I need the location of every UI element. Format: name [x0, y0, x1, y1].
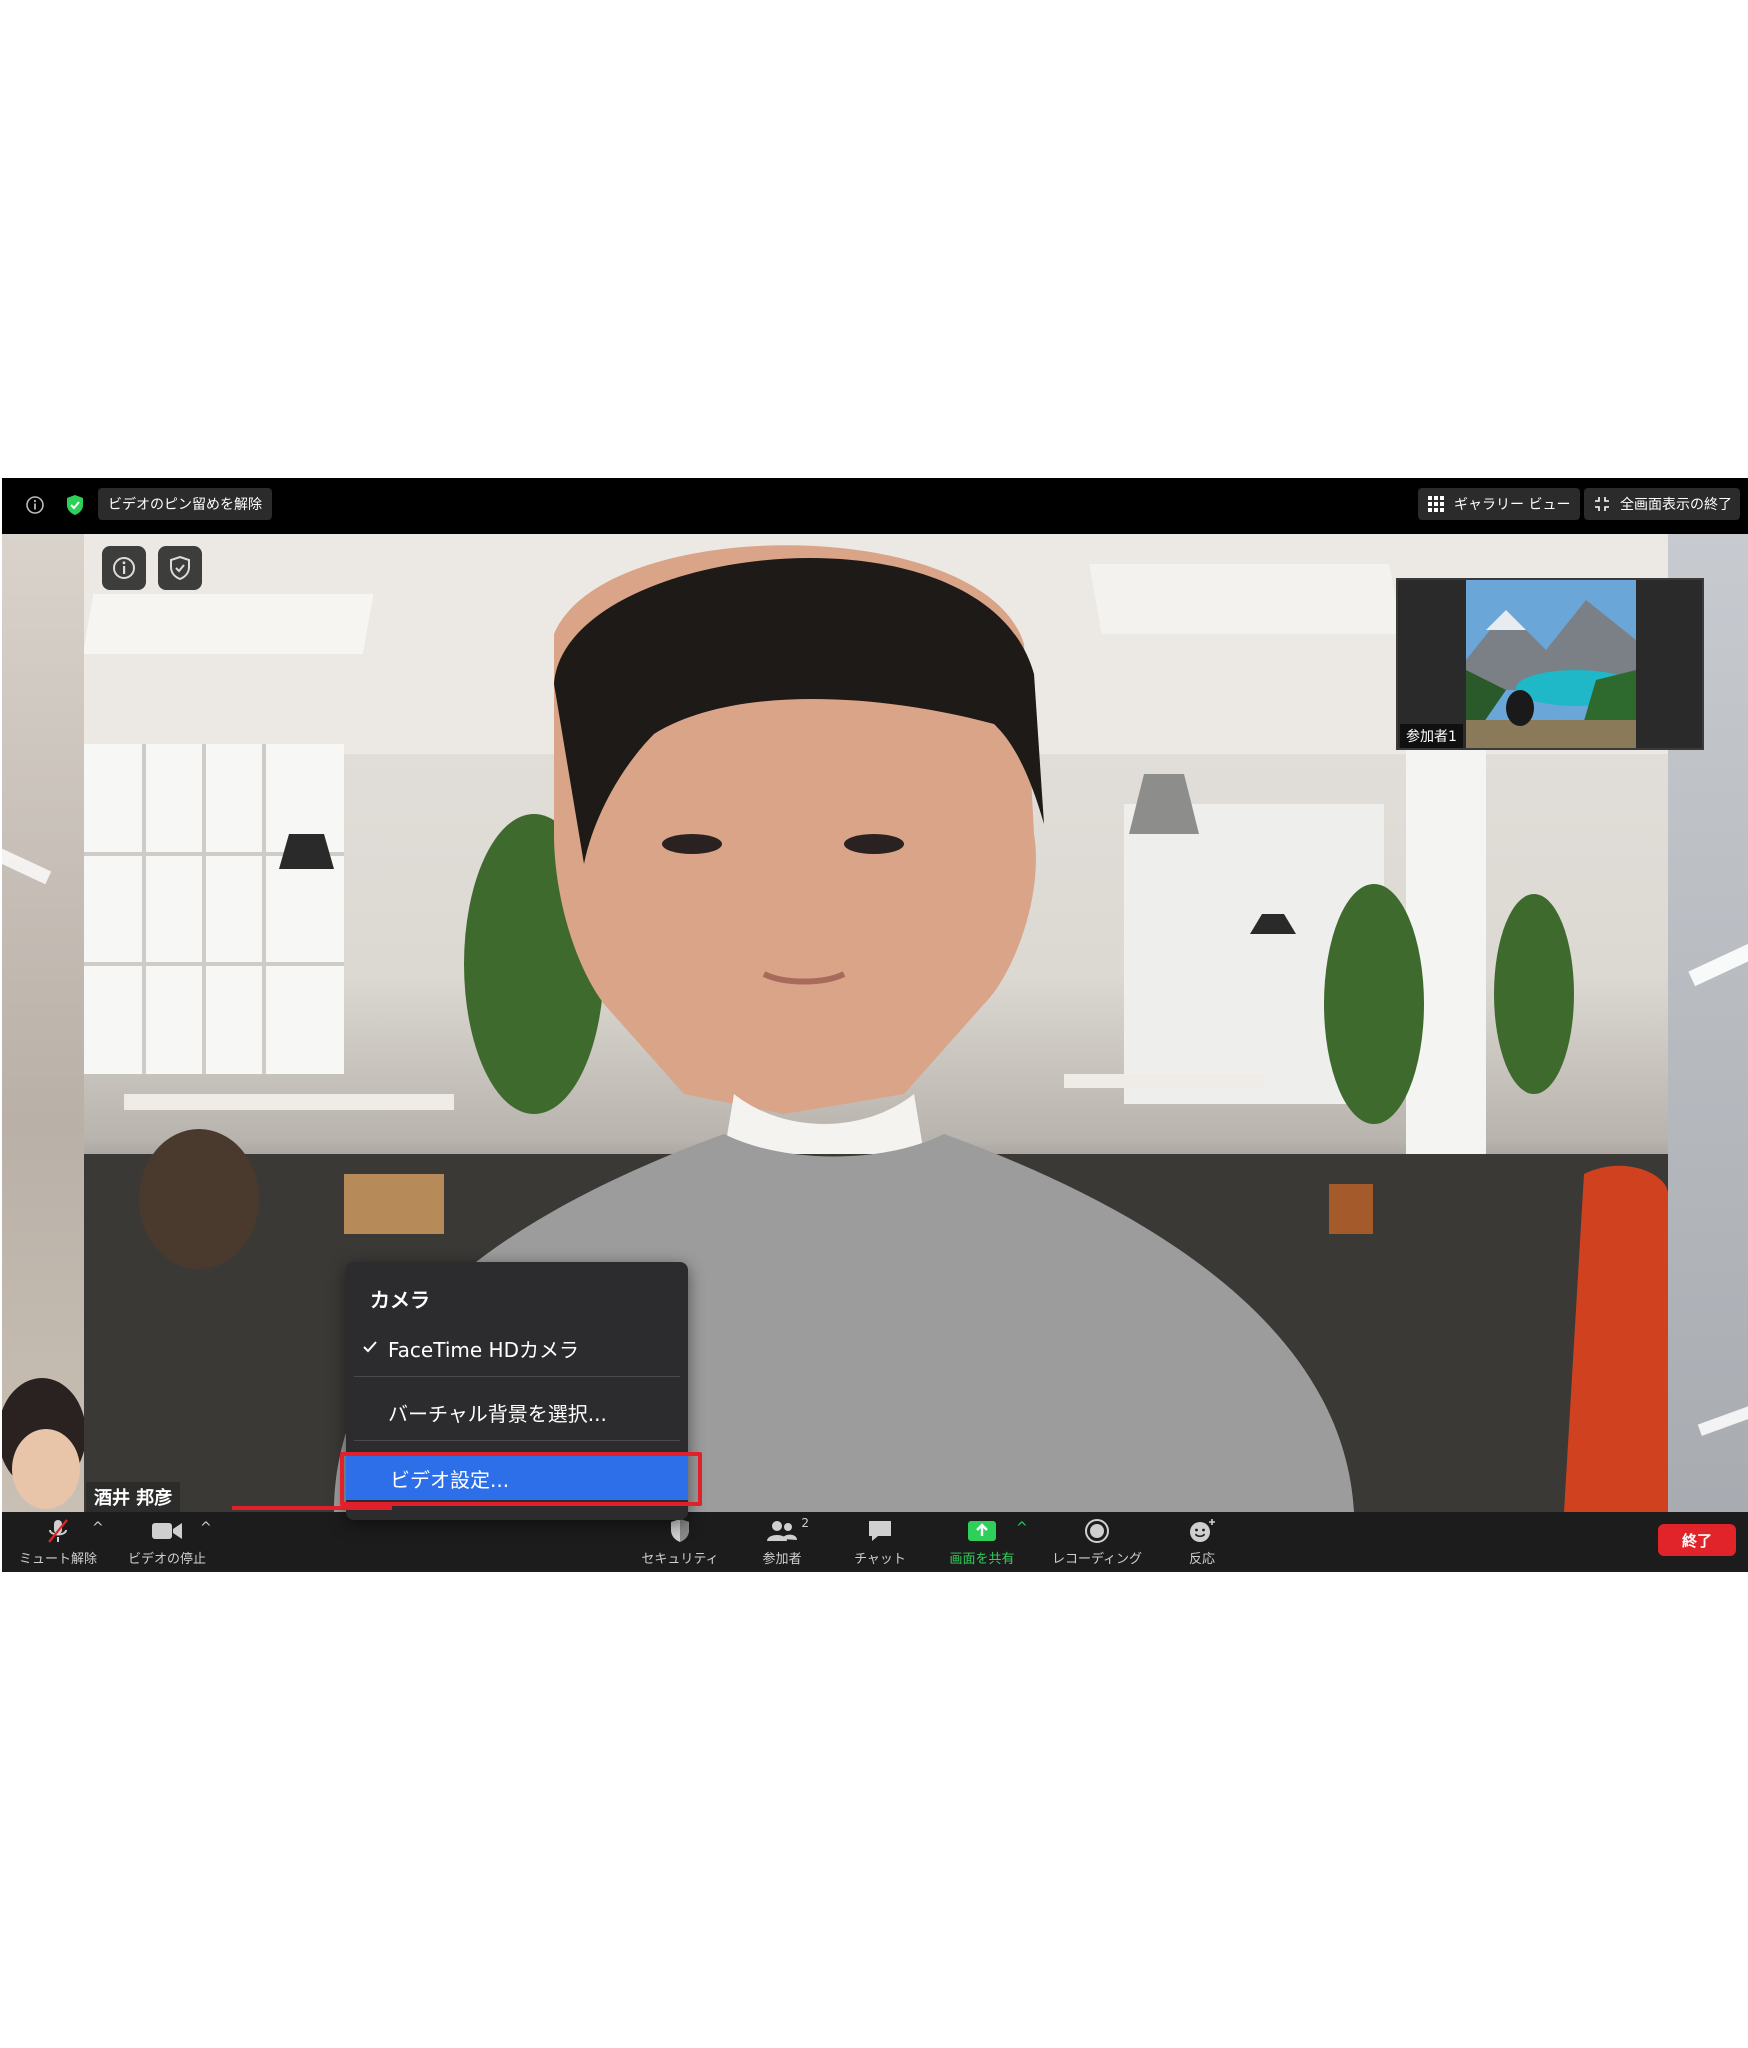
muted-mic-icon [45, 1516, 71, 1546]
participants-count: 2 [801, 1516, 809, 1530]
recording-label: レコーディング [1051, 1552, 1143, 1567]
security-label: セキュリティ [641, 1552, 719, 1567]
menu-divider [354, 1376, 680, 1377]
checkmark-icon [362, 1336, 378, 1360]
shield-check-icon[interactable] [62, 492, 88, 518]
zoom-window: ビデオのピン留めを解除 ギャラリー ビュー 全画面表示の終了 参加者1 酒井 邦… [2, 478, 1748, 1572]
unpin-video-button[interactable]: ビデオのピン留めを解除 [98, 488, 272, 520]
top-bar: ビデオのピン留めを解除 ギャラリー ビュー 全画面表示の終了 [2, 478, 1748, 534]
share-options-caret-icon[interactable]: ^ [1016, 1520, 1028, 1536]
end-meeting-button[interactable]: 終了 [1658, 1524, 1736, 1556]
choose-virtual-background-item[interactable]: バーチャル背景を選択... [346, 1390, 688, 1434]
info-icon [113, 557, 135, 579]
unmute-button[interactable]: ミュート解除 [16, 1516, 100, 1570]
unmute-label: ミュート解除 [18, 1552, 97, 1567]
record-icon [1084, 1516, 1110, 1546]
encryption-button[interactable] [158, 546, 202, 590]
gallery-view-label: ギャラリー ビュー [1454, 497, 1571, 513]
gallery-view-button[interactable]: ギャラリー ビュー [1418, 488, 1580, 520]
annotation-underline [232, 1506, 392, 1510]
camera-menu-title: カメラ [370, 1288, 430, 1312]
security-button[interactable]: セキュリティ [638, 1516, 722, 1570]
chat-label: チャット [854, 1552, 906, 1567]
grid-icon [1428, 496, 1444, 512]
main-video: 参加者1 酒井 邦彦 [2, 534, 1748, 1512]
chat-button[interactable]: チャット [844, 1516, 916, 1570]
participant-thumbnail[interactable]: 参加者1 [1396, 578, 1704, 750]
security-shield-icon [669, 1516, 691, 1546]
video-options-caret-icon[interactable]: ^ [200, 1520, 212, 1536]
recording-button[interactable]: レコーディング [1044, 1516, 1150, 1570]
exit-fullscreen-button[interactable]: 全画面表示の終了 [1584, 488, 1740, 520]
emoji-plus-icon [1187, 1516, 1217, 1546]
share-screen-label: 画面を共有 [949, 1552, 1015, 1567]
video-camera-icon [151, 1516, 183, 1546]
shield-icon [170, 555, 190, 581]
stop-video-button[interactable]: ビデオの停止 [122, 1516, 212, 1570]
meeting-info-button[interactable] [102, 546, 146, 590]
chat-bubble-icon [866, 1516, 894, 1546]
compress-icon [1594, 496, 1610, 512]
menu-divider [354, 1440, 680, 1441]
camera-option-facetime[interactable]: FaceTime HDカメラ [346, 1326, 688, 1370]
participants-label: 参加者 [762, 1552, 802, 1567]
reactions-button[interactable]: 反応 [1174, 1516, 1230, 1570]
virtual-background-label: バーチャル背景を選択... [388, 1401, 607, 1426]
meeting-toolbar: ミュート解除 ^ ビデオの停止 ^ セキュリティ 2 参加者 チャット 画面を共… [2, 1512, 1748, 1572]
annotation-highlight-box [340, 1452, 702, 1506]
share-screen-icon [967, 1516, 997, 1546]
unpin-video-label: ビデオのピン留めを解除 [108, 497, 262, 513]
thumbnail-name: 参加者1 [1400, 724, 1463, 748]
reactions-label: 反応 [1188, 1552, 1215, 1567]
participants-button[interactable]: 2 参加者 [746, 1516, 818, 1570]
audio-options-caret-icon[interactable]: ^ [92, 1520, 104, 1536]
exit-fullscreen-label: 全画面表示の終了 [1620, 497, 1732, 513]
camera-option-label: FaceTime HDカメラ [388, 1337, 579, 1362]
left-edge-video [2, 534, 86, 1512]
participant-video [1466, 580, 1636, 748]
info-icon[interactable] [22, 492, 48, 518]
speaker-name-tag: 酒井 邦彦 [86, 1482, 181, 1512]
stop-video-label: ビデオの停止 [127, 1552, 206, 1567]
share-screen-button[interactable]: 画面を共有 [942, 1516, 1022, 1570]
participants-icon: 2 [765, 1516, 809, 1546]
